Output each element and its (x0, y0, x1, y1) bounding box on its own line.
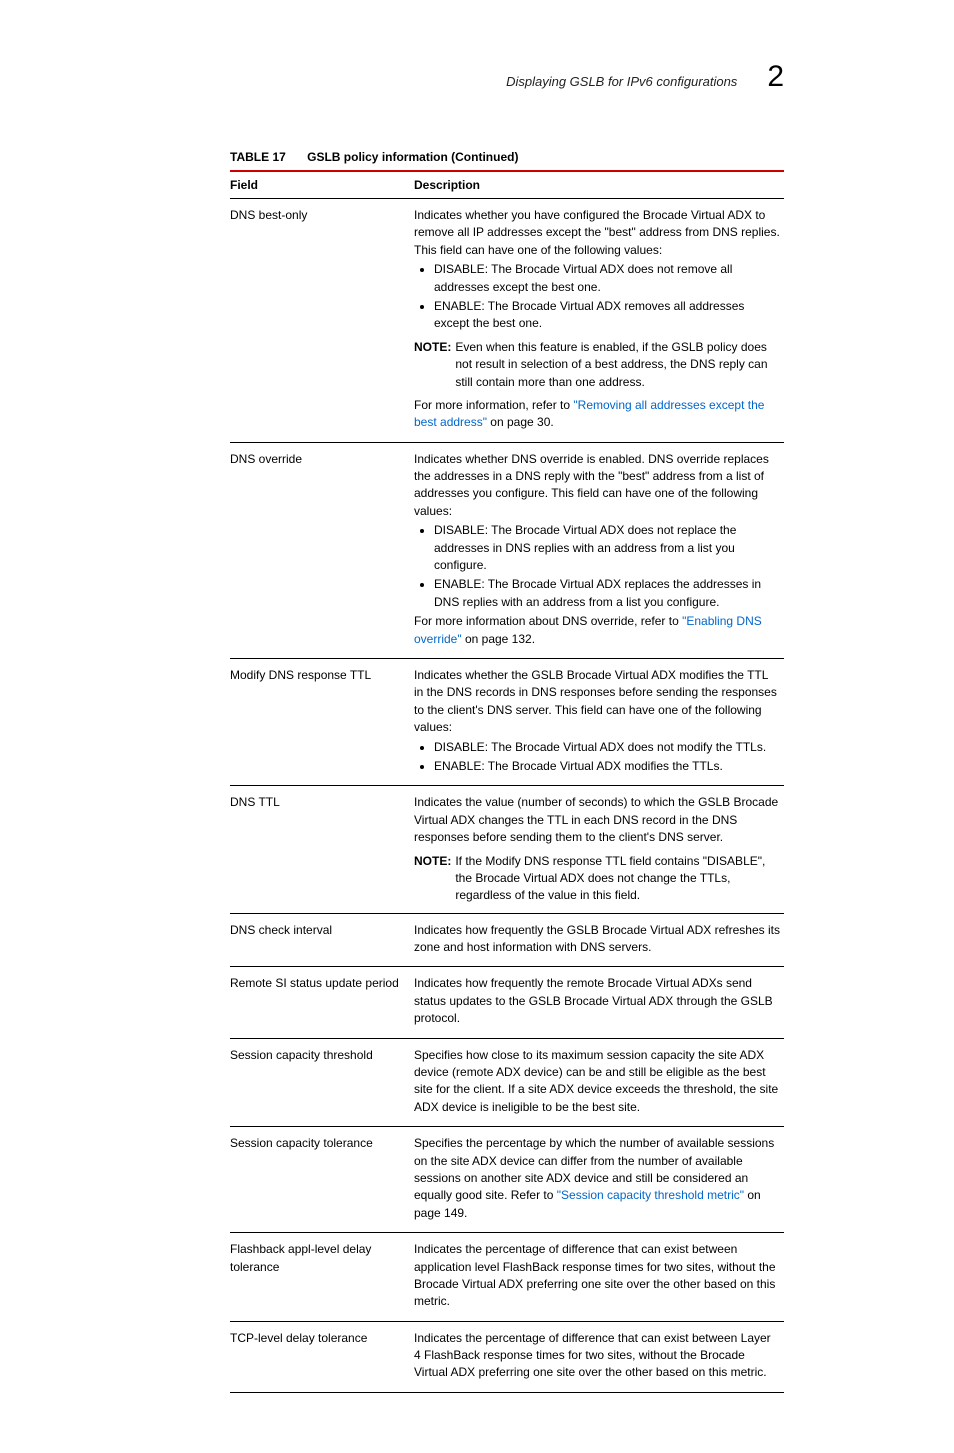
cross-ref-link[interactable]: "Session capacity threshold metric" (557, 1188, 744, 1202)
desc-cell: Indicates whether you have configured th… (414, 199, 784, 443)
desc-cell: Indicates the percentage of difference t… (414, 1321, 784, 1392)
field-cell: Remote SI status update period (230, 967, 414, 1038)
field-cell: Session capacity threshold (230, 1038, 414, 1127)
table-row: DNS check interval Indicates how frequen… (230, 913, 784, 967)
table-row: Flashback appl-level delay tolerance Ind… (230, 1233, 784, 1322)
desc-text: Indicates the percentage of difference t… (414, 1241, 780, 1311)
desc-cell: Indicates how frequently the remote Broc… (414, 967, 784, 1038)
table-row: Session capacity threshold Specifies how… (230, 1038, 784, 1127)
note-label: NOTE: (414, 853, 451, 905)
desc-text: Indicates how frequently the remote Broc… (414, 975, 780, 1027)
desc-text: For more information, refer to "Removing… (414, 397, 780, 432)
list-item: ENABLE: The Brocade Virtual ADX modifies… (434, 758, 780, 775)
list-item: DISABLE: The Brocade Virtual ADX does no… (434, 739, 780, 756)
note-label: NOTE: (414, 339, 451, 391)
running-head: Displaying GSLB for IPv6 configurations (506, 74, 737, 89)
field-cell: DNS TTL (230, 786, 414, 913)
desc-cell: Indicates the value (number of seconds) … (414, 786, 784, 913)
table-row: TCP-level delay tolerance Indicates the … (230, 1321, 784, 1392)
table-title: GSLB policy information (Continued) (307, 150, 518, 164)
desc-text: Specifies how close to its maximum sessi… (414, 1047, 780, 1117)
field-cell: Flashback appl-level delay tolerance (230, 1233, 414, 1322)
table-row: Session capacity tolerance Specifies the… (230, 1127, 784, 1233)
note: NOTE: If the Modify DNS response TTL fie… (414, 853, 780, 905)
table-row: DNS override Indicates whether DNS overr… (230, 442, 784, 658)
desc-text: Indicates how frequently the GSLB Brocad… (414, 922, 780, 957)
field-cell: DNS check interval (230, 913, 414, 967)
page-header: Displaying GSLB for IPv6 configurations … (230, 60, 784, 94)
text-run: on page 132. (462, 632, 535, 646)
desc-cell: Specifies how close to its maximum sessi… (414, 1038, 784, 1127)
desc-text: Indicates the percentage of difference t… (414, 1330, 780, 1382)
desc-text: Indicates whether the GSLB Brocade Virtu… (414, 667, 780, 737)
field-cell: Session capacity tolerance (230, 1127, 414, 1233)
policy-table: Field Description DNS best-only Indicate… (230, 170, 784, 1393)
desc-cell: Indicates whether DNS override is enable… (414, 442, 784, 658)
desc-cell: Indicates the percentage of difference t… (414, 1233, 784, 1322)
list-item: ENABLE: The Brocade Virtual ADX removes … (434, 298, 780, 333)
table-row: Modify DNS response TTL Indicates whethe… (230, 658, 784, 785)
field-cell: DNS override (230, 442, 414, 658)
list-item: ENABLE: The Brocade Virtual ADX replaces… (434, 576, 780, 611)
bullet-list: DISABLE: The Brocade Virtual ADX does no… (418, 739, 780, 776)
table-row: DNS best-only Indicates whether you have… (230, 199, 784, 443)
col-header-field: Field (230, 171, 414, 199)
table-number: TABLE 17 (230, 150, 286, 164)
note-text: If the Modify DNS response TTL field con… (455, 853, 780, 905)
table-row: Remote SI status update period Indicates… (230, 967, 784, 1038)
note: NOTE: Even when this feature is enabled,… (414, 339, 780, 391)
table-row: DNS TTL Indicates the value (number of s… (230, 786, 784, 913)
chapter-number: 2 (767, 60, 784, 94)
text-run: on page 30. (487, 415, 554, 429)
table-caption: TABLE 17 GSLB policy information (Contin… (230, 150, 784, 164)
text-run: For more information, refer to (414, 398, 573, 412)
desc-cell: Specifies the percentage by which the nu… (414, 1127, 784, 1233)
field-cell: DNS best-only (230, 199, 414, 443)
desc-text: Indicates the value (number of seconds) … (414, 794, 780, 846)
bullet-list: DISABLE: The Brocade Virtual ADX does no… (418, 261, 780, 333)
list-item: DISABLE: The Brocade Virtual ADX does no… (434, 261, 780, 296)
field-cell: TCP-level delay tolerance (230, 1321, 414, 1392)
desc-text: Indicates whether you have configured th… (414, 207, 780, 259)
field-cell: Modify DNS response TTL (230, 658, 414, 785)
desc-text: Indicates whether DNS override is enable… (414, 451, 780, 521)
desc-text: Specifies the percentage by which the nu… (414, 1135, 780, 1222)
text-run: For more information about DNS override,… (414, 614, 682, 628)
desc-cell: Indicates whether the GSLB Brocade Virtu… (414, 658, 784, 785)
col-header-description: Description (414, 171, 784, 199)
note-text: Even when this feature is enabled, if th… (455, 339, 780, 391)
bullet-list: DISABLE: The Brocade Virtual ADX does no… (418, 522, 780, 611)
list-item: DISABLE: The Brocade Virtual ADX does no… (434, 522, 780, 574)
desc-cell: Indicates how frequently the GSLB Brocad… (414, 913, 784, 967)
desc-text: For more information about DNS override,… (414, 613, 780, 648)
